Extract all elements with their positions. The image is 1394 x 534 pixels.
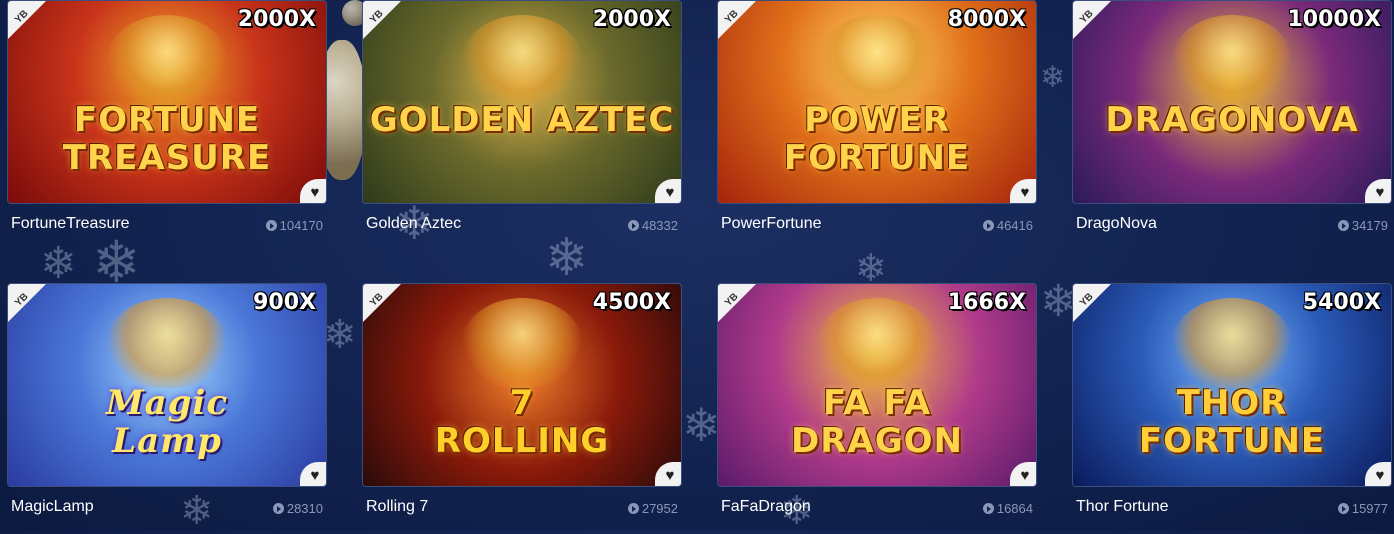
play-count: 34179	[1337, 218, 1388, 233]
game-thumbnail[interactable]: Magic Lamp YB 900X ♥	[7, 283, 327, 487]
heart-icon[interactable]: ♥	[1010, 462, 1036, 486]
game-art-decoration	[107, 15, 227, 105]
game-art-title: FA FA DRAGON	[791, 383, 963, 461]
game-thumbnail[interactable]: FA FA DRAGON YB 1666X ♥	[717, 283, 1037, 487]
provider-badge	[363, 1, 401, 39]
game-art-title: 7 ROLLING	[434, 383, 610, 461]
game-art-decoration	[462, 15, 582, 105]
game-thumbnail[interactable]: 7 ROLLING YB 4500X ♥	[362, 283, 682, 487]
play-icon	[1337, 220, 1349, 231]
game-card[interactable]: 7 ROLLING YB 4500X ♥ Rolling 7 27952	[362, 283, 682, 530]
game-name[interactable]: Thor Fortune	[1076, 498, 1168, 516]
max-multiplier: 900X	[253, 290, 316, 315]
game-name[interactable]: Golden Aztec	[366, 215, 461, 233]
play-icon	[982, 220, 994, 231]
heart-icon[interactable]: ♥	[300, 179, 326, 203]
heart-icon[interactable]: ♥	[1365, 462, 1391, 486]
max-multiplier: 2000X	[237, 7, 316, 32]
max-multiplier: 5400X	[1302, 290, 1381, 315]
game-art-title: Magic Lamp	[105, 383, 229, 461]
game-art-title: DRAGONOVA	[1105, 100, 1359, 140]
heart-icon[interactable]: ♥	[1010, 179, 1036, 203]
game-name[interactable]: FortuneTreasure	[11, 215, 130, 233]
game-thumbnail[interactable]: GOLDEN AZTEC YB 2000X ♥	[362, 0, 682, 204]
game-name[interactable]: Rolling 7	[366, 498, 428, 516]
heart-icon[interactable]: ♥	[655, 462, 681, 486]
provider-badge	[1073, 284, 1111, 322]
game-grid: FORTUNE TREASURE YB 2000X ♥ FortuneTreas…	[7, 0, 1392, 530]
game-card[interactable]: POWER FORTUNE YB 8000X ♥ PowerFortune 46…	[717, 0, 1037, 247]
game-card[interactable]: DRAGONOVA YB 10000X ♥ DragoNova 34179	[1072, 0, 1392, 247]
play-count: 27952	[627, 501, 678, 516]
provider-badge	[8, 284, 46, 322]
provider-badge	[718, 284, 756, 322]
game-card[interactable]: GOLDEN AZTEC YB 2000X ♥ Golden Aztec 483…	[362, 0, 682, 247]
game-art-decoration	[107, 298, 227, 388]
game-card[interactable]: FA FA DRAGON YB 1666X ♥ FaFaDragon 16864	[717, 283, 1037, 530]
game-card[interactable]: THOR FORTUNE YB 5400X ♥ Thor Fortune 159…	[1072, 283, 1392, 530]
game-art-title: FORTUNE TREASURE	[62, 100, 272, 178]
game-thumbnail[interactable]: DRAGONOVA YB 10000X ♥	[1072, 0, 1392, 204]
play-count-value: 28310	[286, 501, 323, 516]
play-count-value: 48332	[641, 218, 678, 233]
play-count: 16864	[982, 501, 1033, 516]
game-art-decoration	[1172, 15, 1292, 105]
game-thumbnail[interactable]: THOR FORTUNE YB 5400X ♥	[1072, 283, 1392, 487]
game-art-decoration	[1172, 298, 1292, 388]
play-count-value: 16864	[996, 501, 1033, 516]
play-icon	[982, 503, 994, 514]
max-multiplier: 8000X	[947, 7, 1026, 32]
play-count-value: 27952	[641, 501, 678, 516]
game-name[interactable]: DragoNova	[1076, 215, 1157, 233]
provider-badge	[1073, 1, 1111, 39]
play-count: 46416	[982, 218, 1033, 233]
provider-badge	[718, 1, 756, 39]
game-name[interactable]: PowerFortune	[721, 215, 822, 233]
game-art-decoration	[462, 298, 582, 388]
play-count: 15977	[1337, 501, 1388, 516]
heart-icon[interactable]: ♥	[655, 179, 681, 203]
game-art-decoration	[817, 298, 937, 388]
play-count-value: 34179	[1351, 218, 1388, 233]
game-card[interactable]: FORTUNE TREASURE YB 2000X ♥ FortuneTreas…	[7, 0, 327, 247]
game-art-title: THOR FORTUNE	[1138, 383, 1326, 461]
play-count: 28310	[272, 501, 323, 516]
game-thumbnail[interactable]: POWER FORTUNE YB 8000X ♥	[717, 0, 1037, 204]
provider-badge	[8, 1, 46, 39]
play-icon	[265, 220, 277, 231]
game-thumbnail[interactable]: FORTUNE TREASURE YB 2000X ♥	[7, 0, 327, 204]
max-multiplier: 1666X	[947, 290, 1026, 315]
provider-badge	[363, 284, 401, 322]
play-count-value: 15977	[1351, 501, 1388, 516]
play-count-value: 104170	[279, 218, 323, 233]
play-count: 104170	[265, 218, 323, 233]
play-icon	[627, 220, 639, 231]
game-name[interactable]: FaFaDragon	[721, 498, 811, 516]
game-art-title: GOLDEN AZTEC	[369, 100, 675, 140]
game-card[interactable]: Magic Lamp YB 900X ♥ MagicLamp 28310	[7, 283, 327, 530]
play-icon	[272, 503, 284, 514]
play-count-value: 46416	[996, 218, 1033, 233]
game-name[interactable]: MagicLamp	[11, 498, 94, 516]
game-art-title: POWER FORTUNE	[783, 100, 971, 178]
max-multiplier: 4500X	[592, 290, 671, 315]
max-multiplier: 2000X	[592, 7, 671, 32]
heart-icon[interactable]: ♥	[1365, 179, 1391, 203]
play-icon	[627, 503, 639, 514]
play-icon	[1337, 503, 1349, 514]
game-art-decoration	[817, 15, 937, 105]
max-multiplier: 10000X	[1287, 7, 1382, 32]
play-count: 48332	[627, 218, 678, 233]
heart-icon[interactable]: ♥	[300, 462, 326, 486]
